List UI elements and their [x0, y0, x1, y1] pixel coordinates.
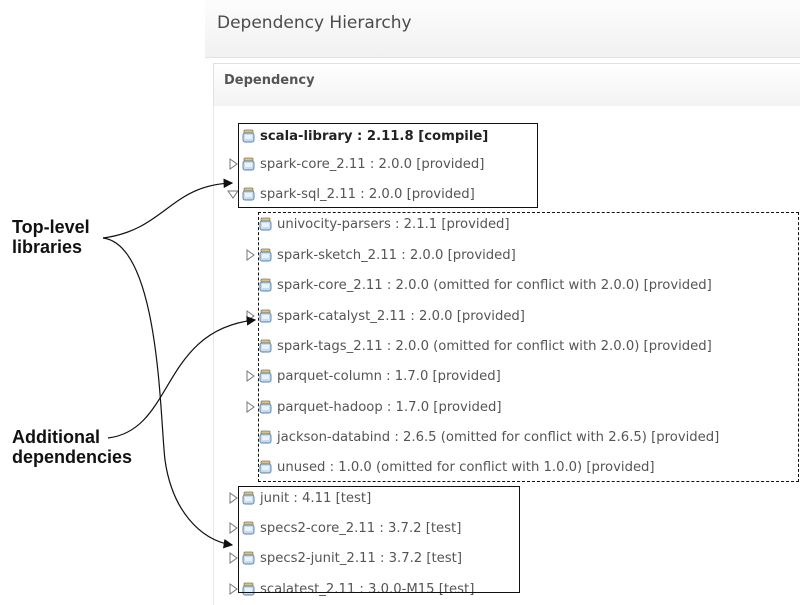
arrow-to-specs2-junit	[102, 237, 234, 549]
callout-arrows	[102, 178, 257, 549]
arrow-to-spark-sql	[102, 178, 234, 239]
arrow-to-spark-tags	[107, 316, 257, 439]
